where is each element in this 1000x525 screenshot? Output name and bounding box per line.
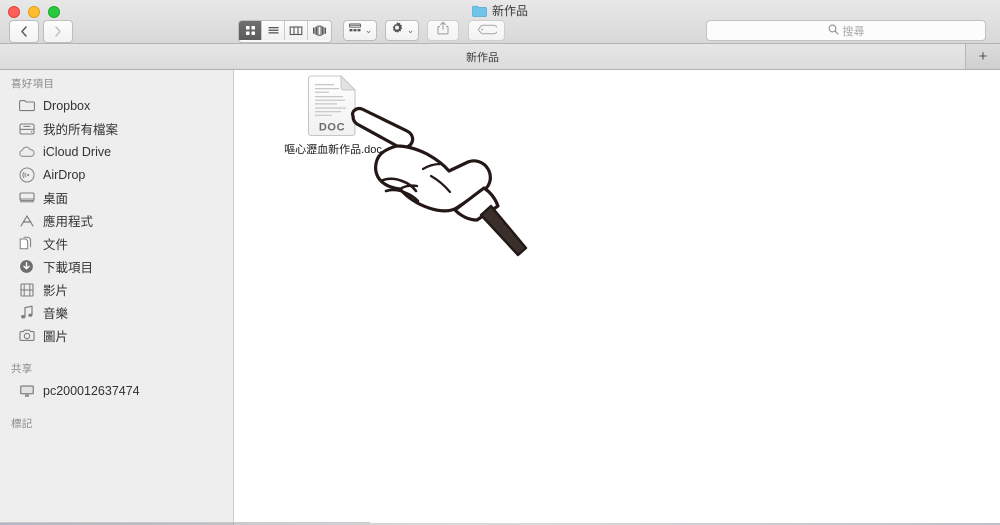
cloud-icon <box>18 143 35 160</box>
sidebar-item-label: AirDrop <box>43 167 86 182</box>
sidebar-item-dropbox[interactable]: Dropbox <box>0 94 233 117</box>
navigation-buttons <box>9 20 73 43</box>
plus-icon: + <box>978 48 988 65</box>
sidebar-item-label: 影片 <box>43 284 69 298</box>
share-icon <box>437 21 449 40</box>
search-icon <box>828 22 839 40</box>
sidebar-section-shared-header: 共享 <box>11 363 33 375</box>
gear-icon <box>390 21 404 40</box>
file-content-area[interactable]: DOC 嘔心瀝血新作品.doc <box>235 70 1000 525</box>
arrange-by-button[interactable]: ⌄ <box>343 20 377 41</box>
sidebar-item-music[interactable]: 音樂 <box>0 301 233 324</box>
applications-icon <box>18 212 35 229</box>
sidebar-item-label: pc200012637474 <box>43 383 140 398</box>
finder-window: 新作品 ⌄ ⌄ 搜尋 新作品 + 喜好項目 Dropbox 我的所有檔案 iCl… <box>0 0 1000 525</box>
sidebar-section-tags-header: 標記 <box>11 418 33 430</box>
pictures-icon <box>18 327 35 344</box>
title-bar: 新作品 ⌄ ⌄ 搜尋 <box>0 0 1000 44</box>
airdrop-icon <box>18 166 35 183</box>
arrange-icon <box>348 22 362 40</box>
sidebar-item-label: 下載項目 <box>43 261 94 275</box>
svg-text:DOC: DOC <box>319 122 345 134</box>
sidebar-item-label: 音樂 <box>43 307 69 321</box>
sidebar-item-airdrop[interactable]: AirDrop <box>0 163 233 186</box>
computer-icon <box>18 382 35 399</box>
sidebar-item-label: iCloud Drive <box>43 144 112 159</box>
search-placeholder: 搜尋 <box>842 25 865 38</box>
sidebar-item-label: 我的所有檔案 <box>43 123 119 137</box>
sidebar-item-label: 圖片 <box>43 330 69 344</box>
sidebar: 喜好項目 Dropbox 我的所有檔案 iCloud Drive AirDrop… <box>0 70 234 525</box>
coverflow-view-button[interactable] <box>308 21 331 40</box>
pointing-hand-illustration <box>345 102 535 267</box>
tag-icon <box>477 22 498 40</box>
sidebar-item-all-my-files[interactable]: 我的所有檔案 <box>0 117 233 140</box>
tab-label: 新作品 <box>466 51 499 64</box>
sidebar-item-documents[interactable]: 文件 <box>0 232 233 255</box>
tab-xinzuopin[interactable]: 新作品 <box>0 44 966 69</box>
folder-icon <box>18 97 35 114</box>
maximize-button[interactable] <box>48 6 60 18</box>
window-title-group: 新作品 <box>0 2 1000 20</box>
back-button[interactable] <box>9 20 39 43</box>
search-input[interactable]: 搜尋 <box>706 20 986 41</box>
view-mode-segmented-control <box>238 20 332 43</box>
all-files-icon <box>18 120 35 137</box>
sidebar-item-label: 桌面 <box>43 192 69 206</box>
chevron-down-icon: ⌄ <box>364 25 373 35</box>
window-title: 新作品 <box>491 4 528 18</box>
sidebar-item-label: 應用程式 <box>43 215 94 229</box>
folder-icon <box>472 5 487 17</box>
list-view-button[interactable] <box>262 21 285 40</box>
sidebar-item-pc200012637474[interactable]: pc200012637474 <box>0 379 233 402</box>
chevron-down-icon: ⌄ <box>406 25 415 35</box>
share-button[interactable] <box>427 20 459 41</box>
new-tab-button[interactable]: + <box>966 44 1000 69</box>
window-controls <box>8 6 60 18</box>
tag-button[interactable] <box>468 20 505 41</box>
sidebar-item-label: Dropbox <box>43 98 91 113</box>
documents-icon <box>18 235 35 252</box>
sidebar-item-movies[interactable]: 影片 <box>0 278 233 301</box>
downloads-icon <box>18 258 35 275</box>
column-view-button[interactable] <box>285 21 308 40</box>
sidebar-item-applications[interactable]: 應用程式 <box>0 209 233 232</box>
close-button[interactable] <box>8 6 20 18</box>
forward-button[interactable] <box>43 20 73 43</box>
action-menu-button[interactable]: ⌄ <box>385 20 419 41</box>
music-icon <box>18 304 35 321</box>
sidebar-item-downloads[interactable]: 下載項目 <box>0 255 233 278</box>
sidebar-section-favorites-header: 喜好項目 <box>11 78 55 90</box>
sidebar-item-desktop[interactable]: 桌面 <box>0 186 233 209</box>
sidebar-item-label: 文件 <box>43 238 69 252</box>
icon-view-button[interactable] <box>239 21 262 40</box>
minimize-button[interactable] <box>28 6 40 18</box>
tab-bar: 新作品 + <box>0 44 1000 70</box>
movies-icon <box>18 281 35 298</box>
sidebar-item-pictures[interactable]: 圖片 <box>0 324 233 347</box>
sidebar-item-icloud-drive[interactable]: iCloud Drive <box>0 140 233 163</box>
desktop-icon <box>18 189 35 206</box>
